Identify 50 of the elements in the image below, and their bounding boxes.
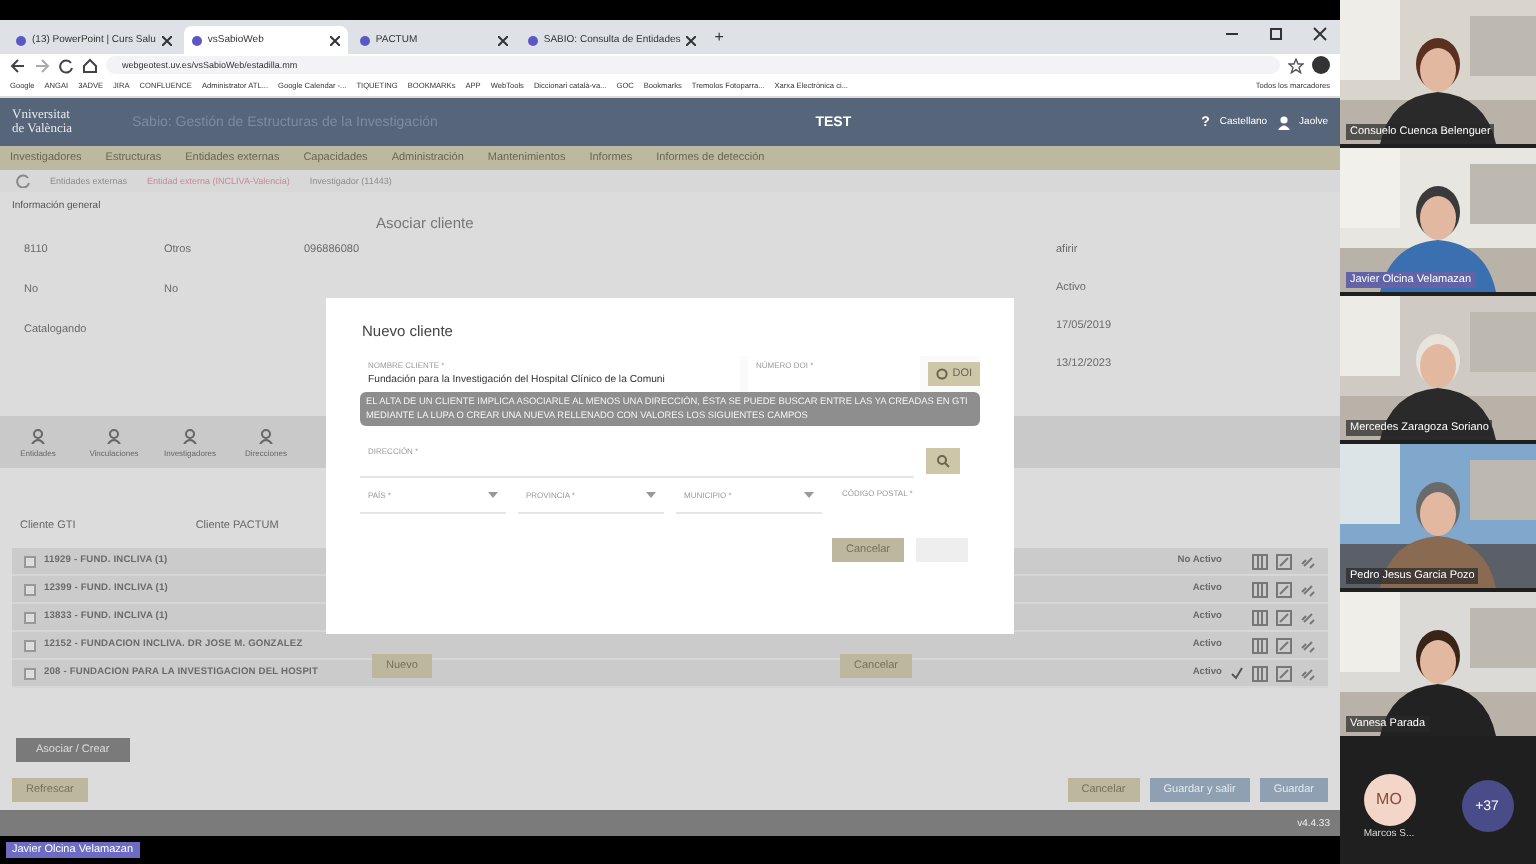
tab-icon	[258, 427, 274, 443]
favicon-icon	[527, 35, 538, 45]
favicon-icon	[191, 35, 202, 45]
new-tab-button[interactable]: +	[708, 28, 730, 46]
dropdown-arrow-icon	[804, 491, 814, 497]
columns-icon[interactable]	[1252, 637, 1268, 653]
link-icon[interactable]	[1300, 665, 1316, 681]
refresh-icon[interactable]	[16, 174, 30, 188]
checkbox[interactable]	[24, 583, 36, 595]
search-button[interactable]	[926, 447, 960, 473]
link-icon[interactable]	[1300, 637, 1316, 653]
checkbox[interactable]	[24, 667, 36, 679]
participant-avatar[interactable]: MO	[1363, 773, 1415, 825]
close-icon[interactable]	[1312, 25, 1328, 41]
link-icon[interactable]	[1300, 581, 1316, 597]
edit-icon[interactable]	[1276, 581, 1292, 597]
tab-icon	[106, 427, 122, 443]
profile-icon[interactable]	[1312, 56, 1330, 74]
forward-icon[interactable]	[34, 57, 50, 73]
star-icon[interactable]	[1288, 57, 1304, 73]
close-icon[interactable]	[686, 35, 697, 45]
columns-icon[interactable]	[1252, 609, 1268, 625]
search-icon	[936, 453, 950, 467]
dropdown-arrow-icon	[488, 491, 498, 497]
columns-icon[interactable]	[1252, 665, 1268, 681]
columns-icon[interactable]	[1252, 553, 1268, 569]
columns-icon[interactable]	[1252, 581, 1268, 597]
user-icon	[1277, 115, 1290, 129]
close-icon[interactable]	[329, 35, 340, 45]
edit-icon[interactable]	[1276, 665, 1292, 681]
edit-icon[interactable]	[1276, 637, 1292, 653]
edit-icon[interactable]	[1276, 609, 1292, 625]
dropdown-arrow-icon	[646, 491, 656, 497]
circle-icon	[936, 368, 949, 380]
link-icon[interactable]	[1300, 609, 1316, 625]
edit-icon[interactable]	[1276, 553, 1292, 569]
close-icon[interactable]	[161, 35, 172, 45]
restore-icon[interactable]	[1268, 25, 1284, 41]
back-icon[interactable]	[10, 57, 26, 73]
tab-icon	[30, 427, 46, 443]
checkbox[interactable]	[24, 639, 36, 651]
favicon-icon	[16, 35, 26, 45]
tab-icon	[182, 427, 198, 443]
home-icon[interactable]	[82, 57, 98, 73]
close-icon[interactable]	[497, 35, 508, 45]
favicon-icon	[359, 35, 370, 45]
checkbox[interactable]	[24, 555, 36, 567]
checkbox[interactable]	[24, 611, 36, 623]
reload-icon[interactable]	[58, 57, 74, 73]
link-icon[interactable]	[1300, 553, 1316, 569]
